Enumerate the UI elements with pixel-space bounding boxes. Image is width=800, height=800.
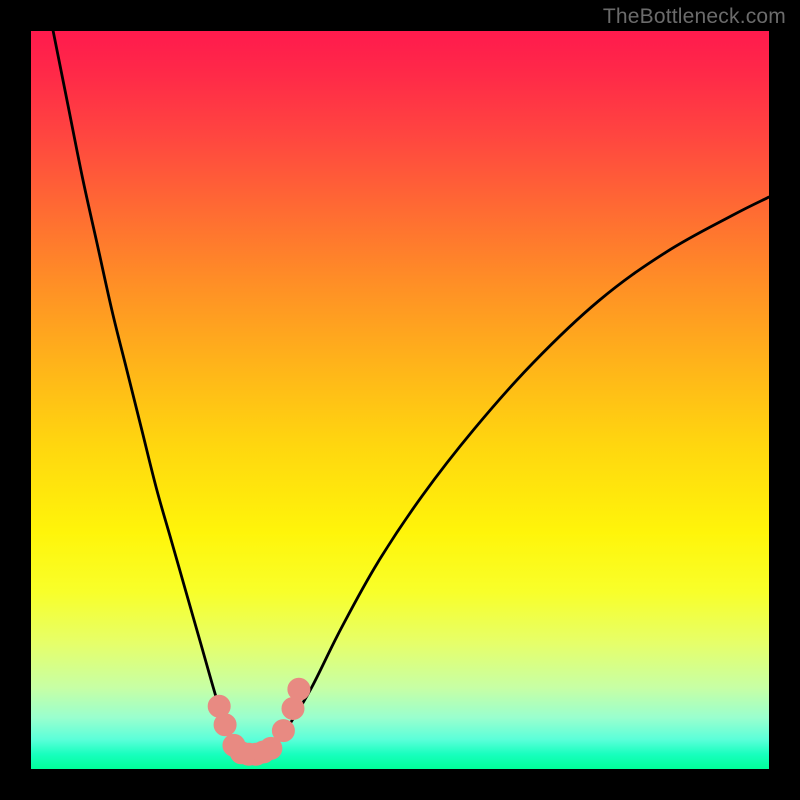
watermark-text: TheBottleneck.com <box>603 5 786 29</box>
marker-point <box>272 720 294 742</box>
marker-point <box>214 714 236 736</box>
markers-layer <box>31 31 769 769</box>
highlighted-points <box>208 678 310 765</box>
marker-point <box>288 678 310 700</box>
plot-area <box>31 31 769 769</box>
chart-frame: TheBottleneck.com <box>0 0 800 800</box>
marker-point <box>282 697 304 719</box>
